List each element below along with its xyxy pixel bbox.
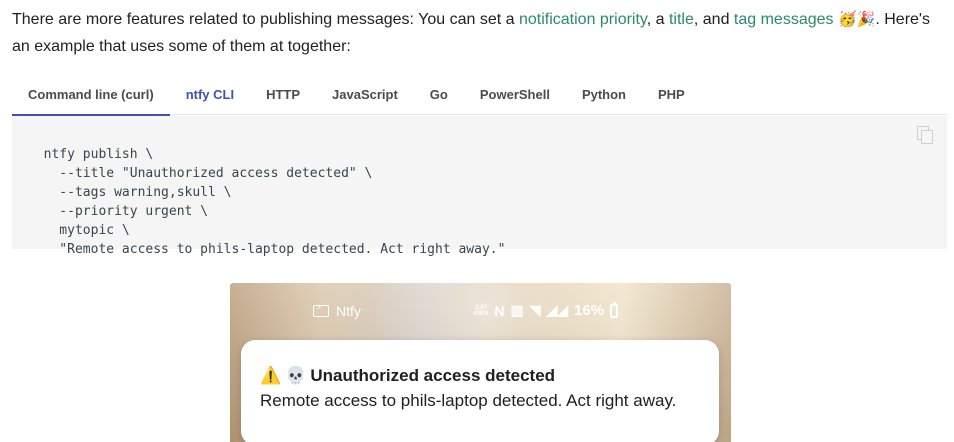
network-speed-value: 2.97 [475,304,488,311]
code-text: ntfy publish \ --title "Unauthorized acc… [43,147,506,257]
skull-icon: 💀 [285,366,307,385]
code-language-tabs: Command line (curl) ntfy CLI HTTP JavaSc… [12,74,947,116]
party-popper-emoji: 🎉 [856,11,876,28]
tab-command-line-curl[interactable]: Command line (curl) [12,74,170,116]
status-bar: 2.97 KB/S N ▥ ◥ ◢◢ 16% [474,301,619,319]
tab-http[interactable]: HTTP [250,74,316,115]
tab-php[interactable]: PHP [642,74,701,115]
app-status: Ntfy [313,302,361,319]
intro-separator-1: , a [646,11,669,28]
tab-javascript[interactable]: JavaScript [316,74,414,115]
warning-icon: ⚠️ [260,366,282,385]
tag-messages-link[interactable]: tag messages [734,11,834,28]
code-block[interactable]: ntfy publish \ --title "Unauthorized acc… [12,116,947,257]
phone-notification-screenshot: Ntfy 2.97 KB/S N ▥ ◥ ◢◢ 16% ⚠️ 💀 Unautho… [230,283,731,442]
app-name: Ntfy [336,303,361,319]
battery-percentage: 16% [574,302,605,319]
intro-text-before: There are more features related to publi… [12,11,519,28]
tab-go[interactable]: Go [414,74,464,115]
notification-title: ⚠️ 💀 Unauthorized access detected [260,366,555,386]
battery-icon [610,301,619,318]
title-link[interactable]: title [669,11,694,28]
network-speed: 2.97 KB/S [474,305,488,317]
notification-title-text: Unauthorized access detected [310,366,556,385]
signal-icon: ◢◢ [546,302,569,318]
intro-separator-2: , and [693,11,734,28]
notification-message: Remote access to phils-laptop detected. … [260,391,677,410]
intro-paragraph: There are more features related to publi… [12,6,947,60]
network-speed-unit: KB/S [474,310,489,317]
wifi-icon: ◥ [529,302,541,318]
notification-priority-link[interactable]: notification priority [519,11,647,28]
nfc-icon: N [494,302,505,319]
tab-python[interactable]: Python [566,74,642,115]
terminal-icon [313,302,329,317]
tab-ntfy-cli[interactable]: ntfy CLI [170,74,250,115]
tab-powershell[interactable]: PowerShell [464,74,566,115]
vibrate-icon: ▥ [510,302,524,318]
notification-card[interactable]: ⚠️ 💀 Unauthorized access detected Remote… [241,340,719,442]
copy-icon[interactable] [917,126,933,144]
party-face-emoji: 🥳 [837,11,857,28]
